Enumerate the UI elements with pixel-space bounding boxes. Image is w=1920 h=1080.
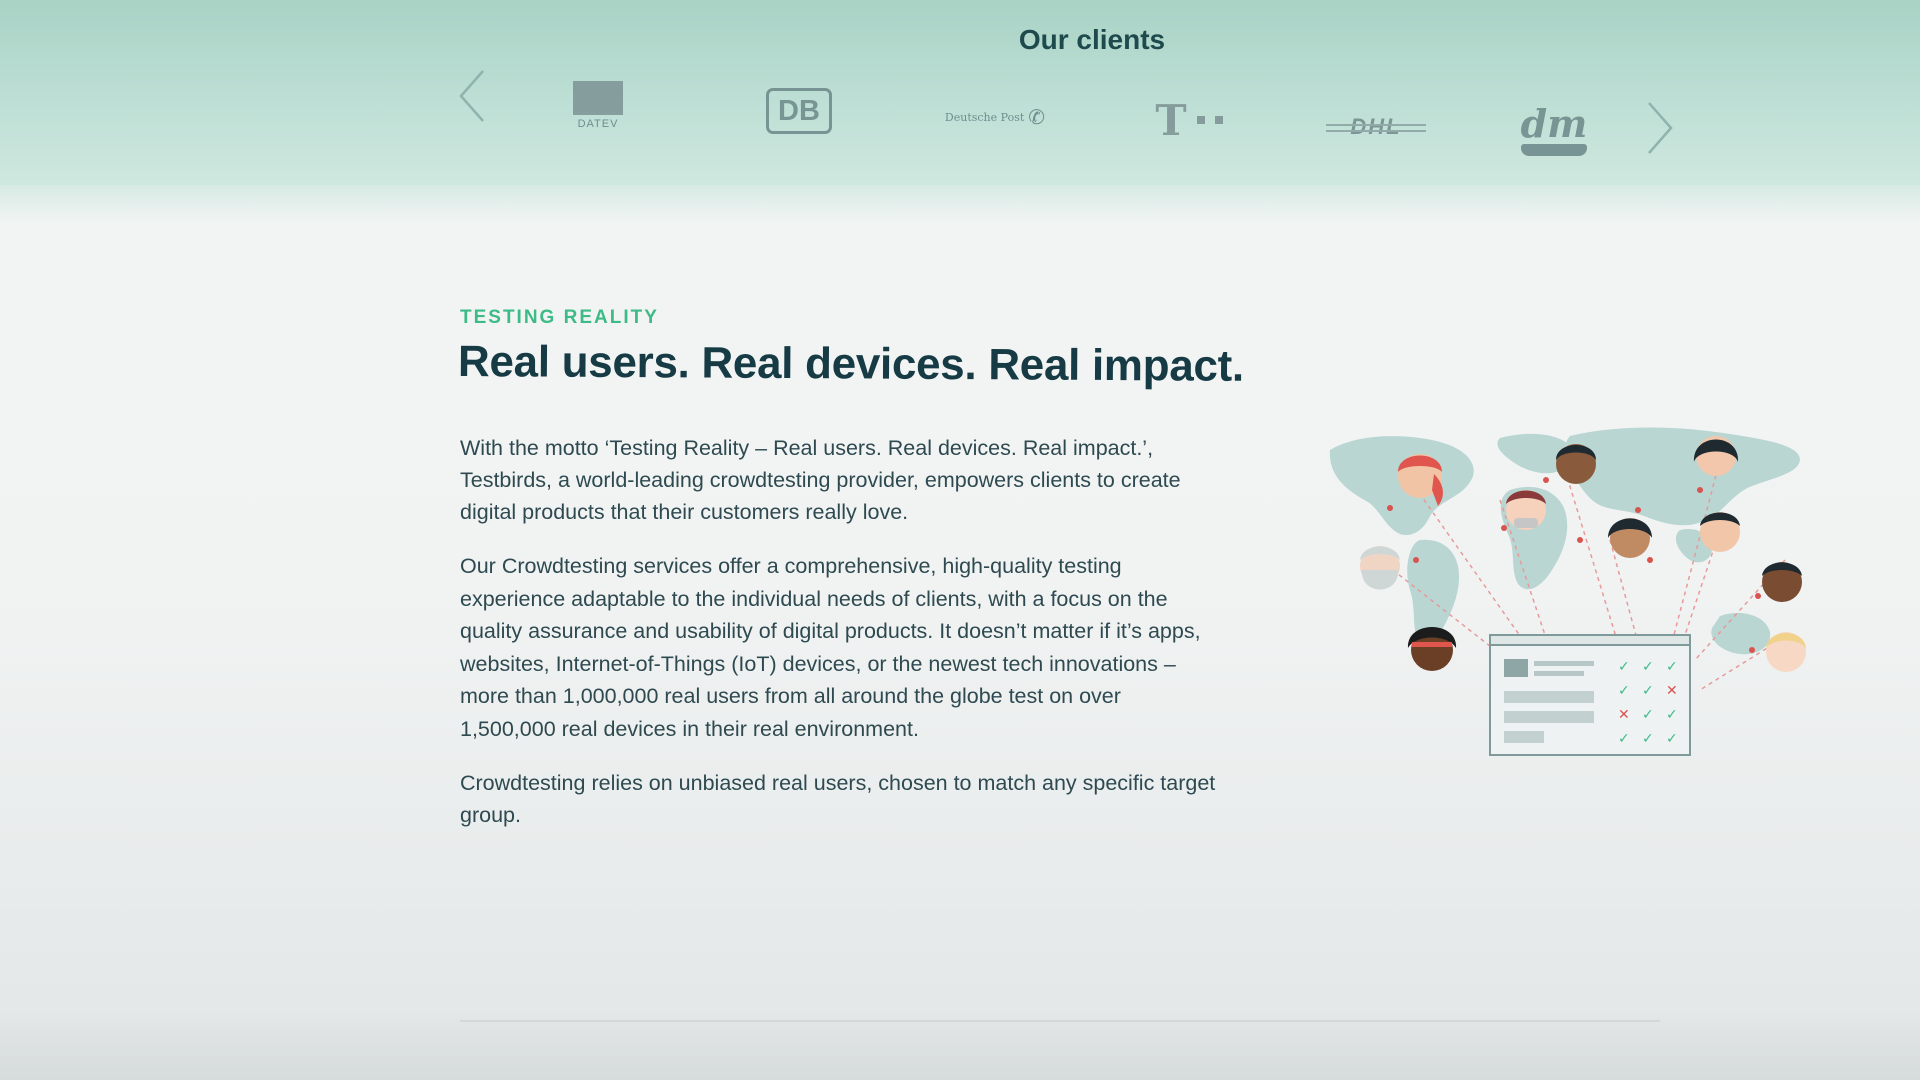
bottom-shade bbox=[0, 1010, 1920, 1080]
svg-text:✓: ✓ bbox=[1642, 731, 1654, 747]
svg-text:✓: ✓ bbox=[1642, 683, 1654, 699]
svg-text:✓: ✓ bbox=[1666, 659, 1678, 675]
chevron-left-icon bbox=[459, 70, 484, 122]
svg-text:✓: ✓ bbox=[1618, 683, 1630, 699]
chevron-right-icon bbox=[1648, 102, 1673, 154]
post-horn-icon: ✆ bbox=[1028, 105, 1046, 129]
carousel-prev-button[interactable] bbox=[452, 66, 492, 126]
client-logo-db[interactable]: DB bbox=[766, 88, 832, 134]
svg-text:✓: ✓ bbox=[1642, 659, 1654, 675]
clients-title: Our clients bbox=[1018, 24, 1166, 55]
section-eyebrow: TESTING REALITY bbox=[460, 307, 659, 328]
svg-text:✓: ✓ bbox=[1618, 659, 1630, 675]
svg-text:✓: ✓ bbox=[1666, 731, 1678, 747]
svg-text:✓: ✓ bbox=[1618, 731, 1630, 747]
body-paragraph: Our Crowdtesting services offer a compre… bbox=[460, 554, 1201, 741]
client-logo-dhl[interactable]: DHL bbox=[1326, 112, 1426, 142]
client-logo-dm[interactable]: dm bbox=[1518, 104, 1590, 158]
client-logo-telekom[interactable]: T bbox=[1146, 96, 1232, 145]
section-body: With the motto ‘Testing Reality – Real u… bbox=[460, 432, 1220, 853]
crowdtesting-world-map-illustration: ✓ ✓ ✓ ✓ ✓ ✕ ✕ ✓ ✓ ✓ ✓ ✓ bbox=[1329, 427, 1806, 756]
body-paragraph: With the motto ‘Testing Reality – Real u… bbox=[460, 436, 1181, 524]
body-paragraph: Crowdtesting relies on unbiased real use… bbox=[460, 771, 1216, 827]
page: Our clients DATEV DB Deutsche Post ✆ T DH… bbox=[0, 0, 1920, 1080]
svg-text:✓: ✓ bbox=[1666, 707, 1678, 723]
client-logo-deutsche-post[interactable]: Deutsche Post ✆ bbox=[940, 104, 1050, 130]
svg-text:✓: ✓ bbox=[1642, 707, 1654, 723]
svg-text:✕: ✕ bbox=[1666, 683, 1678, 699]
svg-text:✕: ✕ bbox=[1618, 707, 1630, 723]
section-headline: Real users. Real devices. Real impact. bbox=[457, 337, 1245, 391]
test-report-window: ✓ ✓ ✓ ✓ ✓ ✕ ✕ ✓ ✓ ✓ ✓ ✓ bbox=[1489, 634, 1691, 756]
carousel-next-button[interactable] bbox=[1640, 98, 1680, 158]
clients-carousel: Our clients DATEV DB Deutsche Post ✆ T DH… bbox=[0, 0, 1920, 225]
client-logo-datev[interactable]: DATEV bbox=[570, 80, 626, 130]
